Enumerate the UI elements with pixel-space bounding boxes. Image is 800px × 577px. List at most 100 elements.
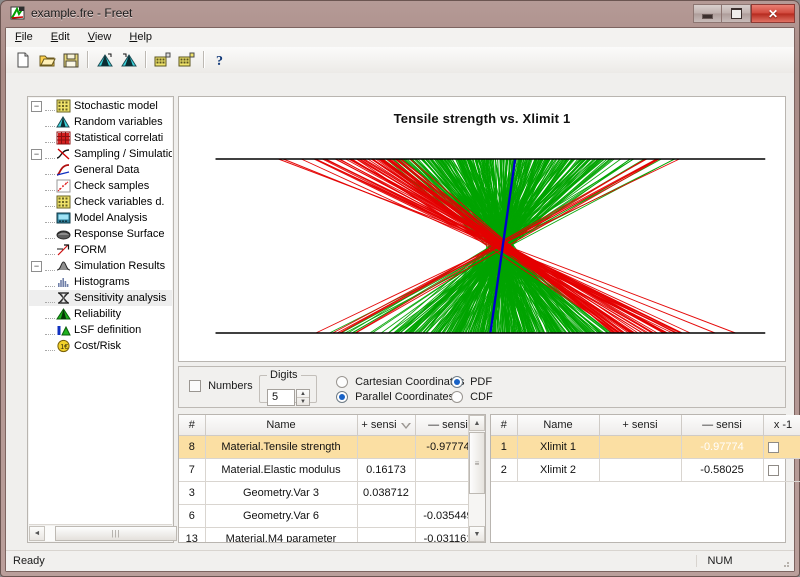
tree-item-lsf-definition[interactable]: LSF definition	[29, 322, 172, 338]
table-row[interactable]: 1 Xlimit 1 -0.97774	[491, 435, 800, 459]
pdf-radio[interactable]: PDF	[451, 376, 492, 389]
help-icon[interactable]: ?	[210, 49, 232, 70]
tree-expander[interactable]: −	[31, 100, 42, 112]
tree-connector	[45, 198, 55, 207]
tree-item-reliability[interactable]: Reliability	[29, 306, 172, 322]
digits-spinner-down-icon[interactable]: ▼	[297, 398, 309, 405]
column-header-x1[interactable]: x -1	[763, 415, 800, 436]
results-pane: Tensile strength vs. Xlimit 1 Numbers Di…	[178, 96, 800, 543]
tree-item-check-variables-d[interactable]: Check variables d.	[29, 194, 172, 210]
column-header-num[interactable]: #	[491, 415, 518, 436]
tree-item-model-analysis[interactable]: Model Analysis	[29, 210, 172, 226]
scroll-down-button[interactable]: ▼	[469, 526, 485, 542]
menu-edit[interactable]: Edit	[42, 28, 79, 45]
tree-item-response-surface[interactable]: Response Surface	[29, 226, 172, 242]
form-icon	[56, 243, 71, 257]
minimize-button[interactable]	[693, 4, 722, 23]
menu-view[interactable]: View	[79, 28, 121, 45]
cell-minus-sensi[interactable]: -0.031161	[415, 527, 468, 542]
tree-item-simulation-results[interactable]: − Simulation Results	[29, 258, 172, 274]
cell-plus-sensi	[357, 435, 416, 459]
variables-table-scrollbar[interactable]: ▲ ≡ ▼	[468, 415, 485, 542]
tree-connector	[45, 102, 55, 111]
tree-item-general-data[interactable]: General Data	[29, 162, 172, 178]
scroll-track[interactable]: |||	[45, 525, 177, 541]
random-variables-icon[interactable]	[94, 49, 116, 70]
cell-index: 7	[179, 458, 206, 482]
cell-x-minus-1[interactable]	[763, 435, 800, 459]
cell-minus-sensi[interactable]: -0.035449	[415, 504, 468, 528]
cell-minus-sensi[interactable]	[415, 481, 468, 505]
digits-input[interactable]: 5	[267, 389, 295, 406]
open-folder-icon[interactable]	[36, 49, 58, 70]
cell-minus-sensi[interactable]: -0.97774	[681, 435, 764, 459]
table-row[interactable]: 6 Geometry.Var 6 -0.035449	[179, 504, 468, 528]
resize-grip[interactable]	[774, 551, 794, 571]
column-header-sensi[interactable]: + sensi	[357, 415, 416, 436]
grid-data2-icon[interactable]	[176, 49, 198, 70]
table-row[interactable]: 7 Material.Elastic modulus 0.16173	[179, 458, 468, 482]
parallel-coordinates-plot[interactable]	[179, 97, 785, 361]
numbers-checkbox[interactable]: Numbers	[189, 380, 253, 393]
distribution-icon[interactable]	[118, 49, 140, 70]
x-minus-1-checkbox[interactable]	[767, 441, 779, 453]
pdf-radio-dot	[451, 376, 463, 389]
variables-table[interactable]: #Name+ sensi— sensix -18Material.Tensile…	[179, 415, 468, 542]
tree-item-cost-risk[interactable]: 1€ Cost/Risk	[29, 338, 172, 354]
grid-data-icon[interactable]	[152, 49, 174, 70]
tree-item-stochastic-model[interactable]: − Stochastic model	[29, 98, 172, 114]
table-row[interactable]: 8 Material.Tensile strength -0.97774	[179, 435, 468, 459]
cdf-radio[interactable]: CDF	[451, 391, 493, 404]
parallel-coordinates-radio[interactable]: Parallel Coordinates	[336, 391, 454, 404]
tree-item-statistical-correlati[interactable]: Statistical correlati	[29, 130, 172, 146]
limits-table[interactable]: # Name + sensi — sensi x -1 1 Xlimit 1 -0.97774…	[491, 415, 800, 482]
tree-expander[interactable]: −	[31, 148, 42, 160]
menu-help[interactable]: Help	[120, 28, 161, 45]
toolbar: ?	[6, 47, 794, 74]
tree-expander[interactable]: −	[31, 260, 42, 272]
x-minus-1-checkbox[interactable]	[767, 464, 779, 476]
column-header-name[interactable]: Name	[205, 415, 358, 436]
navigation-tree[interactable]: − Stochastic model Random variables Statist…	[29, 98, 172, 524]
scroll-left-button[interactable]: ◄	[29, 525, 45, 541]
tree-connector	[45, 230, 55, 239]
cell-index: 3	[179, 481, 206, 505]
scroll-thumb[interactable]: |||	[55, 525, 177, 541]
cartesian-coordinates-radio[interactable]: Cartesian Coordinates	[336, 376, 465, 389]
tree-connector	[45, 294, 55, 303]
column-header-sensi[interactable]: + sensi	[599, 415, 682, 436]
column-header-num[interactable]: #	[179, 415, 206, 436]
tree-item-label: Simulation Results	[74, 260, 166, 272]
save-disk-icon[interactable]	[60, 49, 82, 70]
cell-minus-sensi[interactable]: -0.58025	[681, 458, 764, 482]
digits-spinner[interactable]: ▲ ▼	[296, 389, 310, 406]
tree-item-sampling-simulation[interactable]: − Sampling / Simulation	[29, 146, 172, 162]
cell-x-minus-1[interactable]	[763, 458, 800, 482]
tree-horizontal-scrollbar[interactable]: ◄ ||| ►	[29, 524, 177, 541]
table-row[interactable]: 3 Geometry.Var 3 0.038712	[179, 481, 468, 505]
tree-connector	[45, 182, 55, 191]
table-row[interactable]: 13 Material.M4 parameter -0.031161	[179, 527, 468, 542]
tree-connector	[45, 214, 55, 223]
tree-item-sensitivity-analysis[interactable]: Sensitivity analysis	[29, 290, 172, 306]
menu-file[interactable]: File	[6, 28, 42, 45]
column-header-name[interactable]: Name	[517, 415, 600, 436]
scroll-up-button[interactable]: ▲	[469, 415, 485, 431]
tree-item-histograms[interactable]: Histograms	[29, 274, 172, 290]
column-header-sensi[interactable]: — sensi	[415, 415, 468, 436]
tree-item-check-samples[interactable]: Check samples	[29, 178, 172, 194]
tree-item-random-variables[interactable]: Random variables	[29, 114, 172, 130]
tree-item-label: Statistical correlati	[74, 132, 164, 144]
maximize-button[interactable]	[722, 4, 751, 23]
cell-minus-sensi[interactable]	[415, 458, 468, 482]
cell-minus-sensi[interactable]: -0.97774	[415, 435, 468, 459]
digits-spinner-up-icon[interactable]: ▲	[297, 390, 309, 398]
scroll-thumb-vertical[interactable]: ≡	[469, 432, 485, 494]
column-header-sensi[interactable]: — sensi	[681, 415, 764, 436]
tree-connector	[45, 246, 55, 255]
table-row[interactable]: 2 Xlimit 2 -0.58025	[491, 458, 800, 482]
tree-item-form[interactable]: FORM	[29, 242, 172, 258]
new-file-icon[interactable]	[12, 49, 34, 70]
close-button[interactable]: ✕	[751, 4, 795, 23]
tree-item-label: General Data	[74, 164, 140, 176]
